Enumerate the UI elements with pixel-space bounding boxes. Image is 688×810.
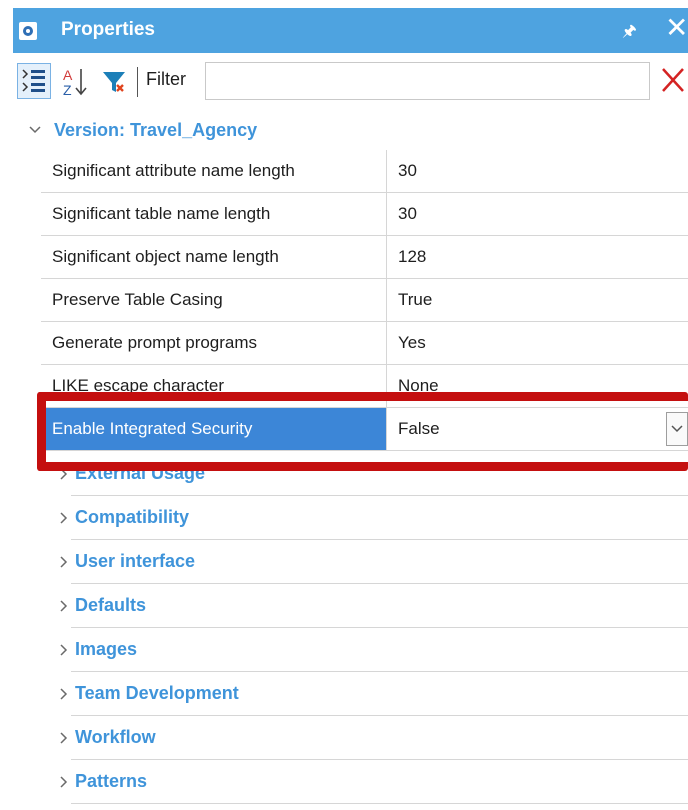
divider [71,803,688,804]
property-value[interactable]: 30 [388,150,688,192]
property-name: Significant object name length [41,236,387,278]
subgroup-title: User interface [75,551,196,571]
filter-icon [103,72,125,92]
property-row[interactable]: Significant table name length 30 [41,193,688,236]
property-row[interactable]: Significant object name length 128 [41,236,688,279]
subgroup-compatibility[interactable]: Compatibility [13,496,688,540]
subgroup-title: Defaults [75,595,147,615]
group-version[interactable]: Version: Travel_Agency [13,108,688,154]
property-name: Generate prompt programs [41,322,387,364]
close-icon[interactable]: ✕ [665,14,688,42]
subgroup-images[interactable]: Images [13,628,688,672]
categorized-button[interactable] [17,63,51,99]
svg-text:A: A [63,67,73,83]
chevron-right-icon [60,512,68,524]
group-title: Version: Travel_Agency [54,120,258,140]
chevron-right-icon [60,556,68,568]
property-name: Significant table name length [41,193,387,235]
subgroup-title: Compatibility [75,507,190,527]
subgroup-patterns[interactable]: Patterns [13,760,688,804]
property-row[interactable]: Significant attribute name length 30 [41,150,688,193]
subgroup-title: Workflow [75,727,156,747]
chevron-right-icon [60,732,68,744]
toolbar-separator [137,67,138,97]
filter-button[interactable] [97,63,131,99]
property-row[interactable]: Preserve Table Casing True [41,279,688,322]
filter-label: Filter [146,69,186,89]
clear-filter-button[interactable] [659,65,687,95]
property-row[interactable]: Generate prompt programs Yes [41,322,688,365]
toolbar: A Z Filter [13,57,688,105]
subgroup-user-interface[interactable]: User interface [13,540,688,584]
chevron-right-icon [60,600,68,612]
gear-icon [19,22,37,40]
sort-alpha-icon: A Z [63,67,87,98]
property-value[interactable]: Yes [388,322,688,364]
property-name: Preserve Table Casing [41,279,387,321]
pin-icon[interactable]: 🖈 [622,20,637,47]
sort-alpha-button[interactable]: A Z [57,63,91,99]
annotation-highlight-box [37,392,688,471]
clear-filter-icon [662,68,684,92]
subgroup-team-development[interactable]: Team Development [13,672,688,716]
property-name: Significant attribute name length [41,150,387,192]
property-value[interactable]: True [388,279,688,321]
subgroup-workflow[interactable]: Workflow [13,716,688,760]
filter-input[interactable] [205,62,650,100]
subgroup-title: Team Development [75,683,239,703]
subgroup-title: Images [75,639,138,659]
property-value[interactable]: 30 [388,193,688,235]
subgroup-defaults[interactable]: Defaults [13,584,688,628]
chevron-down-icon [29,126,41,134]
categorized-icon [22,69,45,92]
subgroup-title: Patterns [75,771,148,791]
svg-text:Z: Z [63,82,72,98]
chevron-right-icon [60,644,68,656]
window-title: Properties [61,19,155,40]
property-value[interactable]: 128 [388,236,688,278]
chevron-right-icon [60,688,68,700]
chevron-right-icon [60,776,68,788]
title-bar: Properties 🖈 ✕ [13,8,688,53]
